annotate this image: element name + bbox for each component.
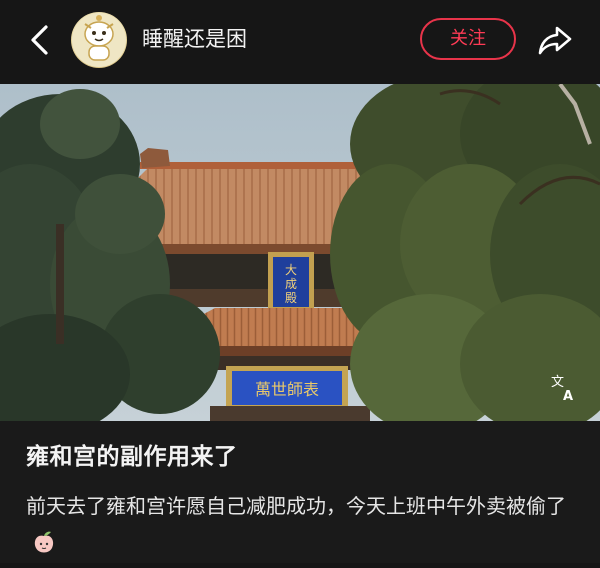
follow-button[interactable]: 关注 [420,18,516,60]
chevron-left-icon [31,25,48,55]
svg-text:殿: 殿 [285,291,297,305]
svg-text:文: 文 [551,375,564,390]
post-title: 雍和宫的副作用来了 [26,444,238,470]
avatar-image [72,13,126,67]
username[interactable]: 睡醒还是困 [142,24,247,54]
post-body: 前天去了雍和宫许愿自己减肥成功，今天上班中午外卖被偷了 [26,488,576,568]
avatar[interactable] [71,12,127,68]
share-arrow-icon [538,26,572,55]
svg-text:成: 成 [285,277,297,291]
translate-icon: 文 A [551,375,573,404]
post-body-text: 前天去了雍和宫许愿自己减肥成功，今天上班中午外卖被偷了 [26,494,566,518]
right-tree [330,84,600,421]
svg-text:A: A [563,389,573,404]
top-bar: 睡醒还是困 关注 [0,0,600,84]
post-photo[interactable]: 大 成 殿 萬世師表 [0,84,600,421]
peach-emoji-icon [30,528,58,568]
translate-button[interactable]: 文 A [548,372,580,404]
back-button[interactable] [22,22,58,58]
svg-text:萬世師表: 萬世師表 [255,380,319,399]
share-button[interactable] [535,20,575,60]
temple-photo: 大 成 殿 萬世師表 [0,84,600,421]
vertical-plaque-text-top: 大 [285,263,297,277]
